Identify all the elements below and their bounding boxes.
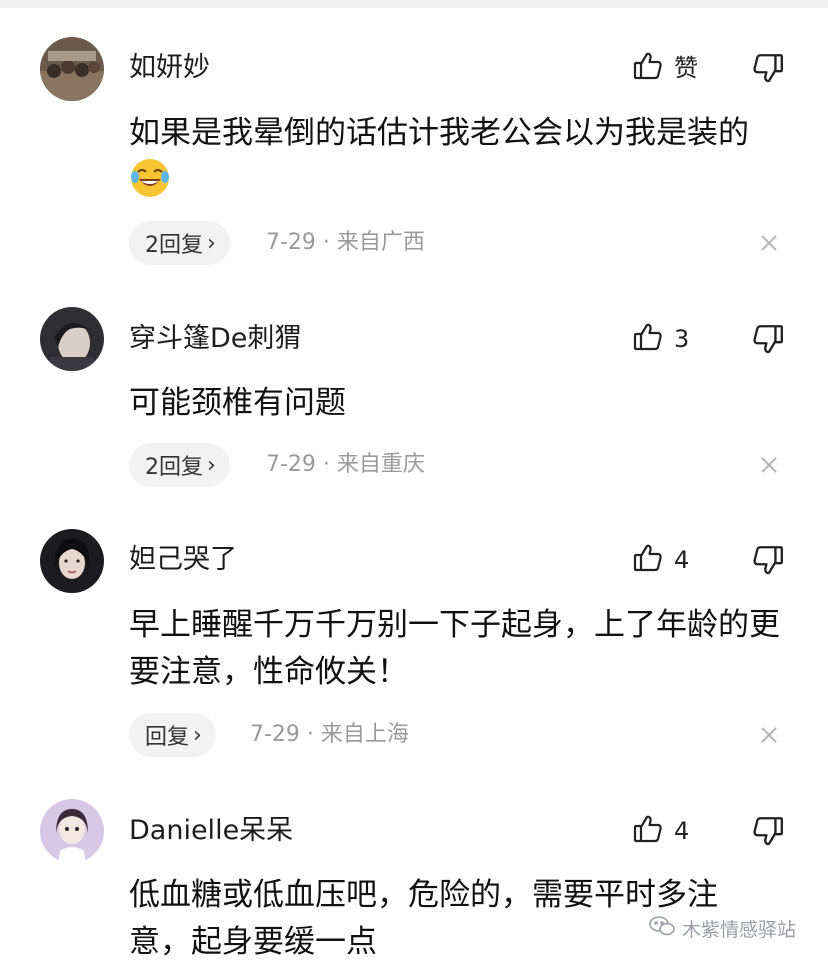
thumbs-down-icon (753, 546, 783, 575)
thumbs-down-icon (753, 817, 783, 846)
chevron-right-icon: › (207, 230, 216, 256)
like-count: 3 (674, 325, 690, 353)
like-label: 赞 (674, 54, 698, 82)
thumbs-up-icon (632, 50, 664, 86)
top-divider (0, 0, 828, 8)
comment-text-content: 如果是我晕倒的话估计我老公会以为我是装的 (129, 115, 749, 151)
avatar[interactable] (40, 307, 104, 371)
thumbs-up-icon (632, 321, 664, 357)
crying-laughing-emoji-icon (129, 157, 171, 213)
comment-meta: 7-29 · 来自上海 (250, 722, 409, 747)
dislike-button[interactable] (751, 543, 785, 577)
comment-text: 早上睡醒千万千万别一下子起身，上了年龄的更要注意，性命攸关！ (129, 607, 780, 690)
reply-label: 2回复 (145, 233, 203, 258)
chevron-right-icon: › (207, 452, 216, 478)
thumbs-down-icon (753, 54, 783, 83)
dislike-button[interactable] (751, 322, 785, 356)
avatar[interactable] (40, 799, 104, 863)
comment-meta: 7-29 · 来自广西 (266, 230, 425, 255)
avatar[interactable] (40, 37, 104, 101)
close-icon[interactable] (758, 232, 780, 254)
reply-label: 回复 (145, 725, 190, 750)
chevron-right-icon: › (193, 722, 202, 748)
like-button[interactable]: 4 (632, 540, 689, 580)
username[interactable]: 妲己哭了 (129, 544, 237, 576)
avatar[interactable] (40, 529, 104, 593)
username[interactable]: Danielle呆呆 (129, 815, 293, 847)
dislike-button[interactable] (751, 51, 785, 85)
close-icon[interactable] (758, 454, 780, 476)
like-count: 4 (674, 817, 690, 845)
comment-text: 如果是我晕倒的话估计我老公会以为我是装的 (129, 110, 789, 213)
thumbs-down-icon (753, 325, 783, 354)
reply-label: 2回复 (145, 455, 203, 480)
like-count: 4 (674, 546, 690, 574)
username[interactable]: 穿斗篷De刺猬 (129, 323, 301, 355)
like-button[interactable]: 赞 (632, 48, 698, 88)
comment-meta: 7-29 · 来自重庆 (266, 452, 425, 477)
dislike-button[interactable] (751, 814, 785, 848)
reply-button[interactable]: 回复 › (129, 713, 216, 757)
watermark-text: 木紫情感驿站 (682, 918, 797, 941)
watermark: 木紫情感驿站 (648, 911, 796, 945)
close-icon[interactable] (758, 724, 780, 746)
username[interactable]: 如妍妙 (129, 52, 210, 84)
thumbs-up-icon (632, 542, 664, 578)
reply-button[interactable]: 2回复 › (129, 221, 230, 265)
wechat-icon (648, 914, 676, 943)
reply-button[interactable]: 2回复 › (129, 443, 230, 487)
like-button[interactable]: 3 (632, 319, 689, 359)
thumbs-up-icon (632, 813, 664, 849)
like-button[interactable]: 4 (632, 811, 689, 851)
comment-text: 可能颈椎有问题 (129, 385, 346, 421)
